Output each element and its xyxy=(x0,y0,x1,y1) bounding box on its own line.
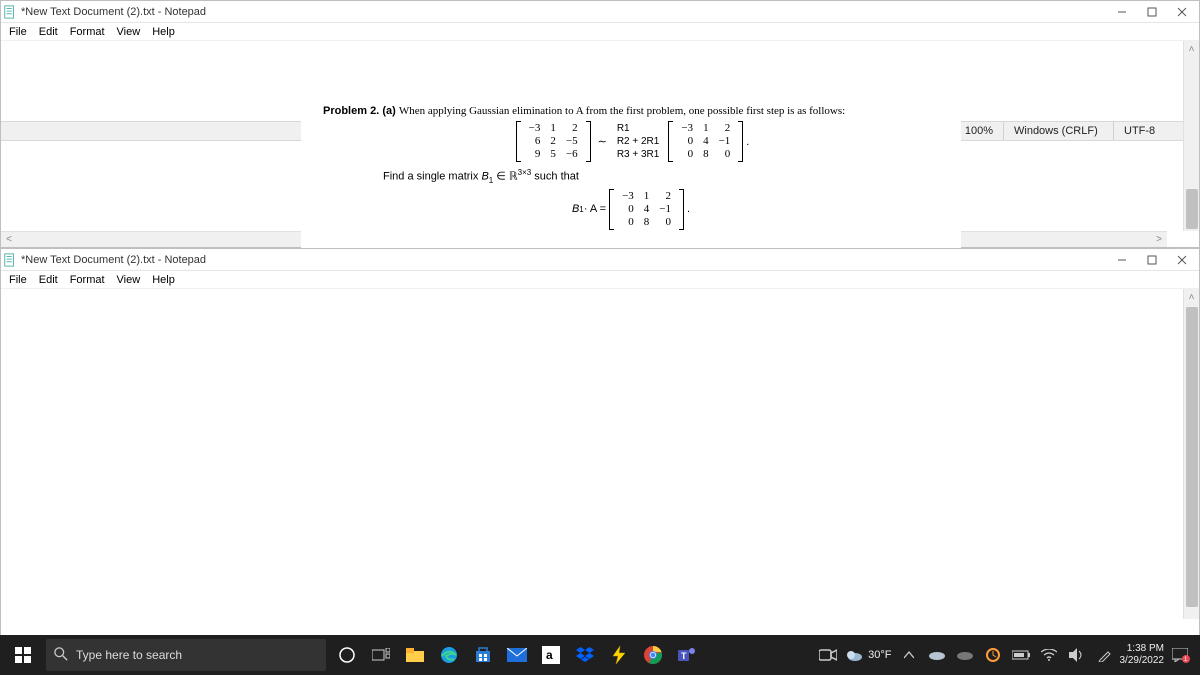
task-view-icon[interactable] xyxy=(364,635,398,675)
cortana-icon[interactable] xyxy=(330,635,364,675)
scroll-left-icon[interactable]: < xyxy=(1,232,17,248)
maximize-button[interactable] xyxy=(1137,250,1167,270)
taskbar: Type here to search a T 30°F 1:38 PM 3/2… xyxy=(0,635,1200,675)
menu-format[interactable]: Format xyxy=(64,274,111,286)
window-title: *New Text Document (2).txt - Notepad xyxy=(21,6,1107,18)
status-encoding: UTF-8 xyxy=(1113,122,1183,140)
close-button[interactable] xyxy=(1167,2,1197,22)
menu-edit[interactable]: Edit xyxy=(33,26,64,38)
cloud-icon[interactable] xyxy=(956,646,974,664)
minimize-button[interactable] xyxy=(1107,250,1137,270)
system-tray[interactable] xyxy=(900,646,1114,664)
maximize-button[interactable] xyxy=(1137,2,1167,22)
menu-bar: File Edit Format View Help xyxy=(1,271,1199,289)
menu-bar: File Edit Format View Help xyxy=(1,23,1199,41)
math-equation-1: −312 62−5 95−6 ∼ R1 R2 + 2R1 R3 + 3R1 −3… xyxy=(323,121,939,162)
problem-line2: Find a single matrix B1 ∈ ℝ3×3 such that xyxy=(383,168,939,185)
scrollbar-vertical[interactable]: ˄ xyxy=(1183,289,1199,619)
dropbox-icon[interactable] xyxy=(568,635,602,675)
svg-text:T: T xyxy=(681,651,687,661)
search-icon xyxy=(54,647,68,664)
action-center-icon[interactable]: 1 xyxy=(1172,635,1196,675)
taskbar-clock[interactable]: 1:38 PM 3/29/2022 xyxy=(1114,643,1171,667)
menu-file[interactable]: File xyxy=(3,26,33,38)
menu-help[interactable]: Help xyxy=(146,274,181,286)
svg-text:a: a xyxy=(546,648,553,662)
editor-area[interactable]: < > Ln 84, Col 1 100% Windows (CRLF) UTF… xyxy=(1,41,1183,247)
scroll-right-icon[interactable]: > xyxy=(1151,232,1167,248)
window-title: *New Text Document (2).txt - Notepad xyxy=(21,254,1107,266)
problem-heading: Problem 2. (a) When applying Gaussian el… xyxy=(323,105,939,117)
status-eol: Windows (CRLF) xyxy=(1003,122,1113,140)
tray-chevron-up-icon[interactable] xyxy=(900,646,918,664)
close-button[interactable] xyxy=(1167,250,1197,270)
search-placeholder: Type here to search xyxy=(76,648,182,662)
notepad-icon xyxy=(3,253,17,267)
meet-now-icon[interactable] xyxy=(811,635,845,675)
document-page: Problem 2. (a) When applying Gaussian el… xyxy=(301,101,961,249)
amazon-icon[interactable]: a xyxy=(534,635,568,675)
menu-view[interactable]: View xyxy=(111,274,147,286)
volume-icon[interactable] xyxy=(1068,646,1086,664)
weather-widget[interactable]: 30°F xyxy=(845,648,891,662)
search-input[interactable]: Type here to search xyxy=(46,639,326,671)
notepad-icon xyxy=(3,5,17,19)
battery-icon[interactable] xyxy=(1012,646,1030,664)
mail-icon[interactable] xyxy=(500,635,534,675)
wifi-icon[interactable] xyxy=(1040,646,1058,664)
chrome-icon[interactable] xyxy=(636,635,670,675)
update-icon[interactable] xyxy=(984,646,1002,664)
scroll-up-icon[interactable]: ˄ xyxy=(1184,289,1200,305)
editor-area[interactable] xyxy=(1,289,1183,635)
teams-icon[interactable]: T xyxy=(670,635,704,675)
menu-view[interactable]: View xyxy=(111,26,147,38)
menu-file[interactable]: File xyxy=(3,274,33,286)
menu-help[interactable]: Help xyxy=(146,26,181,38)
file-explorer-icon[interactable] xyxy=(398,635,432,675)
minimize-button[interactable] xyxy=(1107,2,1137,22)
scrollbar-vertical[interactable]: ˄ xyxy=(1183,41,1199,231)
edge-icon[interactable] xyxy=(432,635,466,675)
pen-icon[interactable] xyxy=(1096,646,1114,664)
onedrive-icon[interactable] xyxy=(928,646,946,664)
start-button[interactable] xyxy=(4,635,42,675)
lightning-icon[interactable] xyxy=(602,635,636,675)
menu-edit[interactable]: Edit xyxy=(33,274,64,286)
store-icon[interactable] xyxy=(466,635,500,675)
scroll-up-icon[interactable]: ˄ xyxy=(1184,41,1200,57)
math-equation-2: B1 · A = −312 04−1 080 . xyxy=(323,189,939,230)
menu-format[interactable]: Format xyxy=(64,26,111,38)
